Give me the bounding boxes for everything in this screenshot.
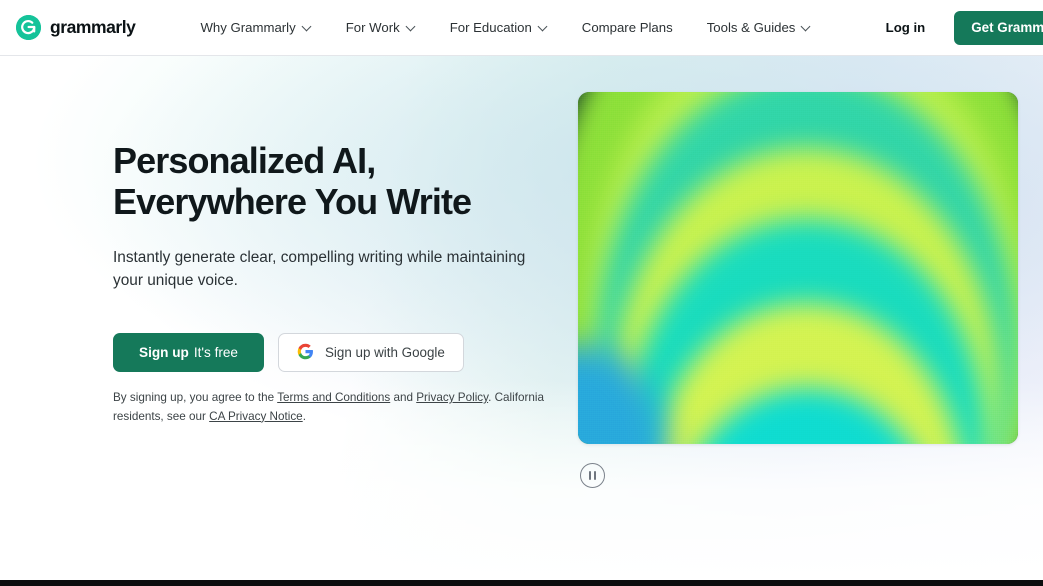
- nav-right-actions: Log in Get Grammarly: [872, 10, 1043, 45]
- viewport-bottom-edge: [0, 580, 1043, 586]
- chevron-down-icon: [802, 22, 811, 31]
- legal-text-part-1: By signing up, you agree to the: [113, 391, 278, 404]
- nav-item-for-education[interactable]: For Education: [433, 14, 565, 41]
- nav-links: Why Grammarly For Work For Education Com…: [183, 14, 828, 41]
- sign-up-label-rest: It's free: [193, 345, 238, 360]
- privacy-policy-link[interactable]: Privacy Policy: [416, 391, 488, 404]
- page-title: Personalized AI, Everywhere You Write: [113, 140, 563, 222]
- get-grammarly-button[interactable]: Get Grammarly: [954, 10, 1043, 45]
- signup-legal-text: By signing up, you agree to the Terms an…: [113, 389, 553, 426]
- chevron-down-icon: [303, 22, 312, 31]
- grammarly-g-icon: [16, 15, 41, 40]
- hero-media-player[interactable]: [578, 92, 1018, 444]
- nav-item-label: Compare Plans: [581, 20, 673, 35]
- legal-text-part-2: and: [390, 391, 417, 404]
- pause-bar-right: [594, 471, 596, 480]
- ca-privacy-notice-link[interactable]: CA Privacy Notice: [209, 410, 303, 423]
- headline-line-1: Personalized AI,: [113, 140, 376, 181]
- chevron-down-icon: [539, 22, 548, 31]
- hero-subheading: Instantly generate clear, compelling wri…: [113, 249, 526, 289]
- google-g-icon: [297, 343, 314, 363]
- top-navigation-bar: grammarly Why Grammarly For Work For Edu…: [0, 0, 1043, 56]
- nav-item-for-work[interactable]: For Work: [329, 14, 433, 41]
- nav-item-label: Tools & Guides: [706, 20, 796, 35]
- nav-item-label: For Work: [345, 20, 400, 35]
- google-button-label: Sign up with Google: [325, 345, 445, 360]
- sign-up-label-bold: Sign up: [139, 345, 189, 360]
- nav-item-label: Why Grammarly: [200, 20, 296, 35]
- page-root: grammarly Why Grammarly For Work For Edu…: [0, 0, 1043, 586]
- hero-cta-row: Sign up It's free Sign up with Google: [113, 333, 563, 372]
- headline-line-2: Everywhere You Write: [113, 181, 472, 222]
- chevron-down-icon: [407, 22, 416, 31]
- brand-logo-link[interactable]: grammarly: [16, 15, 136, 40]
- hero-video-card: [578, 92, 1018, 444]
- sign-up-free-button[interactable]: Sign up It's free: [113, 333, 264, 372]
- pause-bar-left: [589, 471, 591, 480]
- nav-item-label: For Education: [449, 20, 532, 35]
- sign-up-with-google-button[interactable]: Sign up with Google: [278, 333, 464, 372]
- pause-icon[interactable]: [580, 463, 605, 488]
- hero-content: Personalized AI, Everywhere You Write In…: [113, 140, 563, 426]
- nav-item-why-grammarly[interactable]: Why Grammarly: [183, 14, 328, 41]
- nav-item-compare-plans[interactable]: Compare Plans: [565, 14, 690, 41]
- legal-text-part-4: .: [302, 409, 306, 423]
- nav-item-tools-and-guides[interactable]: Tools & Guides: [690, 14, 829, 41]
- login-link[interactable]: Log in: [872, 14, 940, 41]
- brand-name: grammarly: [50, 17, 136, 37]
- terms-and-conditions-link[interactable]: Terms and Conditions: [277, 391, 390, 404]
